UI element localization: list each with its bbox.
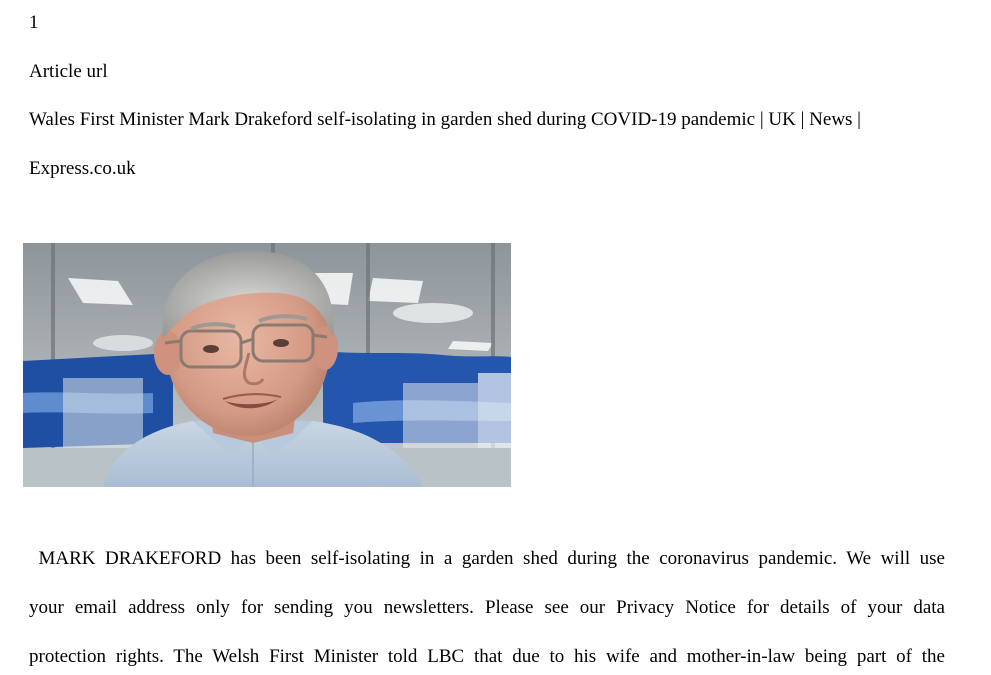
article-body-line-2: your email address only for sending you … [29,597,945,618]
article-url-label: Article url [29,61,108,82]
article-title-line-1: Wales First Minister Mark Drakeford self… [29,109,861,130]
article-body-line-3: protection rights. The Welsh First Minis… [29,646,945,667]
page-number: 1 [29,12,39,33]
article-body-line-1: MARK DRAKEFORD has been self-isolating i… [29,548,946,569]
article-title-line-2: Express.co.uk [29,158,136,179]
article-photo [23,243,511,487]
